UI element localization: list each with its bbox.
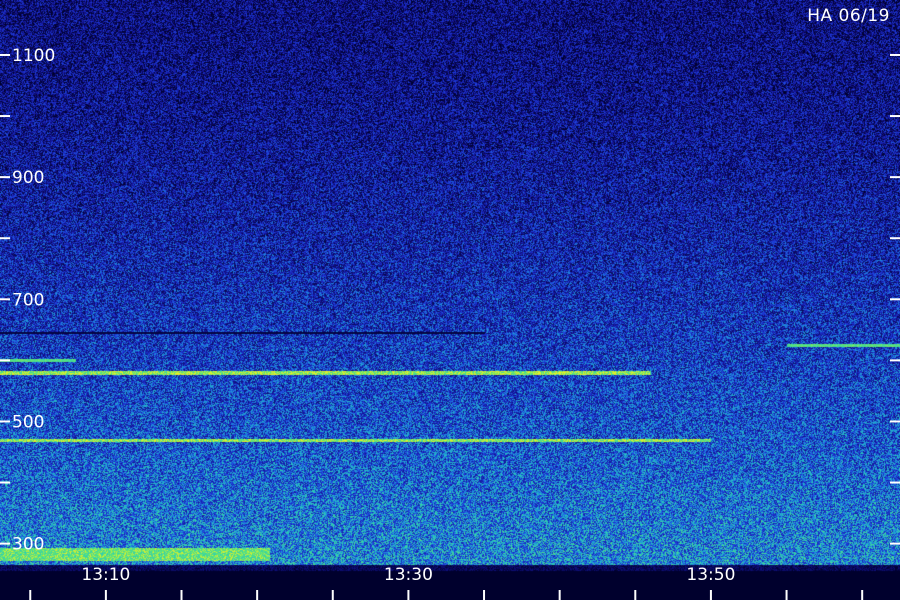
y-axis-labels: 300 500 700 900 1100 bbox=[12, 46, 55, 555]
y-tick-label: 900 bbox=[12, 168, 44, 188]
x-tick-label: 13:10 bbox=[81, 565, 130, 585]
y-tick-label: 1100 bbox=[12, 46, 55, 66]
y-axis-ticks bbox=[0, 53, 900, 545]
x-tick-label: 13:50 bbox=[686, 565, 735, 585]
x-axis-labels: 13:10 13:30 13:50 bbox=[81, 565, 735, 585]
x-tick-label: 13:30 bbox=[384, 565, 433, 585]
y-tick-label: 300 bbox=[12, 535, 44, 555]
x-axis-ticks bbox=[29, 590, 864, 600]
station-date-label: HA 06/19 bbox=[807, 6, 890, 26]
chart-axes-overlay: 300 500 700 900 1100 13:10 13:30 13:50 bbox=[0, 46, 900, 600]
y-tick-label: 500 bbox=[12, 412, 44, 432]
y-tick-label: 700 bbox=[12, 290, 44, 310]
